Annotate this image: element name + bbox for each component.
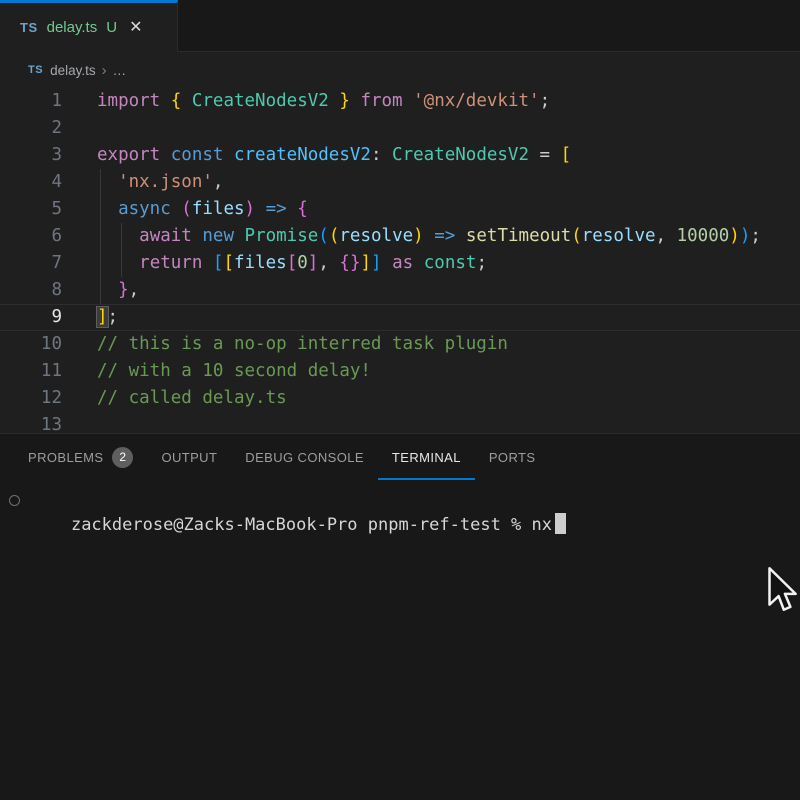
breadcrumb-file[interactable]: delay.ts — [50, 63, 96, 78]
tab-delay-ts[interactable]: TS delay.ts U ✕ — [0, 0, 178, 52]
code-line-7[interactable]: 7 return [[files[0], {}]] as const; — [0, 250, 800, 277]
tab-bar: TS delay.ts U ✕ — [0, 0, 800, 52]
git-untracked-badge: U — [106, 19, 117, 36]
line-number[interactable]: 3 — [0, 142, 62, 169]
code-line-11[interactable]: 11 // with a 10 second delay! — [0, 358, 800, 385]
code-text: // called delay.ts — [97, 385, 287, 412]
command-decoration-icon[interactable] — [9, 495, 20, 506]
code-line-8[interactable]: 8 }, — [0, 277, 800, 304]
panel-tab-terminal[interactable]: TERMINAL — [378, 434, 475, 480]
line-number[interactable]: 9 — [0, 304, 62, 331]
code-line-10[interactable]: 10 // this is a no-op interred task plugi… — [0, 331, 800, 358]
typescript-file-icon: TS — [20, 20, 38, 35]
line-number[interactable]: 2 — [0, 115, 62, 142]
terminal-cursor — [555, 513, 566, 534]
line-number[interactable]: 10 — [0, 331, 62, 358]
code-line-3[interactable]: 3 export const createNodesV2: CreateNodes… — [0, 142, 800, 169]
typescript-file-icon: TS — [28, 64, 43, 76]
breadcrumb: TS delay.ts › … — [0, 52, 800, 88]
terminal-prompt: zackderose@Zacks-MacBook-Pro pnpm-ref-te… — [71, 515, 552, 535]
code-text: 'nx.json', — [97, 169, 223, 196]
panel-tab-label: OUTPUT — [161, 450, 217, 465]
code-text: async (files) => { — [97, 196, 308, 223]
line-number[interactable]: 4 — [0, 169, 62, 196]
code-line-13[interactable]: 13 — [0, 412, 800, 433]
code-line-1[interactable]: 1 import { CreateNodesV2 } from '@nx/devk… — [0, 88, 800, 115]
line-number[interactable]: 8 — [0, 277, 62, 304]
bottom-panel: PROBLEMS 2 OUTPUT DEBUG CONSOLE TERMINAL PORT… — [0, 433, 800, 800]
code-line-5[interactable]: 5 async (files) => { — [0, 196, 800, 223]
code-text: }, — [97, 277, 139, 304]
close-icon[interactable]: ✕ — [129, 20, 142, 36]
terminal[interactable]: zackderose@Zacks-MacBook-Pro pnpm-ref-te… — [0, 489, 800, 513]
code-line-4[interactable]: 4 'nx.json', — [0, 169, 800, 196]
code-text: // with a 10 second delay! — [97, 358, 371, 385]
panel-tab-debug-console[interactable]: DEBUG CONSOLE — [231, 434, 378, 480]
line-number[interactable]: 1 — [0, 88, 62, 115]
panel-tab-label: PROBLEMS — [28, 450, 103, 465]
breadcrumb-symbol-more[interactable]: … — [113, 63, 128, 78]
line-number[interactable]: 13 — [0, 412, 62, 433]
line-number[interactable]: 6 — [0, 223, 62, 250]
code-editor[interactable]: 1 import { CreateNodesV2 } from '@nx/devk… — [0, 88, 800, 433]
tab-filename: delay.ts — [47, 19, 98, 36]
code-text: ]; — [97, 304, 118, 331]
panel-tab-ports[interactable]: PORTS — [475, 434, 550, 480]
panel-tab-output[interactable]: OUTPUT — [147, 434, 231, 480]
code-line-6[interactable]: 6 await new Promise((resolve) => setTime… — [0, 223, 800, 250]
line-number[interactable]: 5 — [0, 196, 62, 223]
code-line-12[interactable]: 12 // called delay.ts — [0, 385, 800, 412]
line-number[interactable]: 7 — [0, 250, 62, 277]
problems-count-badge: 2 — [112, 447, 133, 468]
code-text: await new Promise((resolve) => setTimeou… — [97, 223, 761, 250]
panel-tab-bar: PROBLEMS 2 OUTPUT DEBUG CONSOLE TERMINAL PORT… — [0, 434, 800, 480]
panel-tab-label: TERMINAL — [392, 450, 461, 465]
line-number[interactable]: 12 — [0, 385, 62, 412]
panel-tab-problems[interactable]: PROBLEMS 2 — [14, 434, 147, 480]
code-line-2[interactable]: 2 — [0, 115, 800, 142]
line-number[interactable]: 11 — [0, 358, 62, 385]
chevron-right-icon: › — [102, 62, 107, 79]
code-line-9[interactable]: 9]; — [0, 304, 800, 331]
editor-group: TS delay.ts U ✕ TS delay.ts › … 1 import … — [0, 0, 800, 433]
panel-tab-label: DEBUG CONSOLE — [245, 450, 364, 465]
code-text: return [[files[0], {}]] as const; — [97, 250, 487, 277]
panel-tab-label: PORTS — [489, 450, 536, 465]
code-text: export const createNodesV2: CreateNodesV… — [97, 142, 571, 169]
code-text: // this is a no-op interred task plugin — [97, 331, 508, 358]
code-text: import { CreateNodesV2 } from '@nx/devki… — [97, 88, 550, 115]
